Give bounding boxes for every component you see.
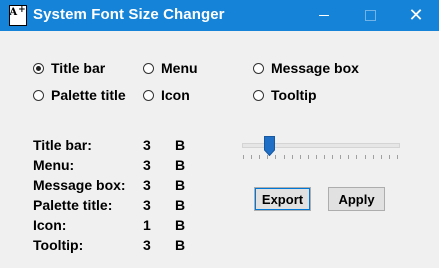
slider-tick bbox=[340, 155, 341, 159]
size-value: 1 bbox=[143, 217, 151, 233]
size-unit: B bbox=[175, 157, 186, 173]
radio-label: Menu bbox=[161, 60, 198, 76]
radio-tooltip[interactable]: Tooltip bbox=[253, 86, 317, 104]
slider-tick bbox=[348, 155, 349, 159]
slider-tick bbox=[259, 155, 260, 159]
size-unit: B bbox=[175, 137, 186, 153]
close-icon: ✕ bbox=[408, 4, 424, 26]
size-value: 3 bbox=[143, 157, 151, 173]
size-label: Palette title: bbox=[33, 197, 113, 213]
slider-tick bbox=[365, 155, 366, 159]
slider-tick bbox=[373, 155, 374, 159]
slider-tick bbox=[251, 155, 252, 159]
slider-tick bbox=[275, 155, 276, 159]
radio-label: Palette title bbox=[51, 87, 126, 103]
size-value: 3 bbox=[143, 177, 151, 193]
size-unit: B bbox=[175, 217, 186, 233]
size-unit: B bbox=[175, 177, 186, 193]
radio-label: Tooltip bbox=[271, 87, 317, 103]
size-label: Menu: bbox=[33, 157, 75, 173]
slider-ticks bbox=[243, 155, 398, 160]
slider-tick bbox=[292, 155, 293, 159]
app-icon: A+ bbox=[9, 5, 27, 26]
radio-palette-title[interactable]: Palette title bbox=[33, 86, 126, 104]
radio-circle bbox=[143, 89, 154, 101]
slider-tick bbox=[267, 155, 268, 159]
slider-tick bbox=[316, 155, 317, 159]
size-value: 3 bbox=[143, 197, 151, 213]
minimize-icon bbox=[319, 15, 329, 16]
app-icon-plus: + bbox=[18, 5, 26, 15]
window-title: System Font Size Changer bbox=[33, 6, 225, 23]
slider-tick bbox=[284, 155, 285, 159]
size-label: Tooltip: bbox=[33, 237, 84, 253]
radio-circle bbox=[33, 62, 44, 74]
size-value: 3 bbox=[143, 237, 151, 253]
size-label: Title bar: bbox=[33, 137, 92, 153]
radio-message-box[interactable]: Message box bbox=[253, 59, 359, 77]
slider-tick bbox=[397, 155, 398, 159]
slider-tick bbox=[381, 155, 382, 159]
slider-tick bbox=[308, 155, 309, 159]
slider-tick bbox=[243, 155, 244, 159]
size-label: Message box: bbox=[33, 177, 126, 193]
radio-circle bbox=[143, 62, 154, 74]
font-size-slider-thumb[interactable] bbox=[264, 136, 275, 156]
size-unit: B bbox=[175, 237, 186, 253]
app-icon-glyph: A bbox=[9, 7, 18, 18]
slider-tick bbox=[324, 155, 325, 159]
radio-circle bbox=[253, 89, 264, 101]
radio-title-bar[interactable]: Title bar bbox=[33, 59, 105, 77]
slider-tick bbox=[332, 155, 333, 159]
slider-tick bbox=[389, 155, 390, 159]
radio-circle bbox=[253, 62, 264, 74]
maximize-icon bbox=[364, 10, 376, 21]
export-button[interactable]: Export bbox=[254, 187, 311, 211]
radio-icon[interactable]: Icon bbox=[143, 86, 190, 104]
size-label: Icon: bbox=[33, 217, 67, 233]
radio-menu[interactable]: Menu bbox=[143, 59, 198, 77]
size-unit: B bbox=[175, 197, 186, 213]
minimize-button[interactable] bbox=[301, 0, 347, 31]
close-button[interactable]: ✕ bbox=[393, 0, 439, 31]
radio-label: Message box bbox=[271, 60, 359, 76]
slider-tick bbox=[300, 155, 301, 159]
radio-label: Icon bbox=[161, 87, 190, 103]
radio-circle bbox=[33, 89, 44, 101]
slider-tick bbox=[356, 155, 357, 159]
title-bar: A+ System Font Size Changer ✕ bbox=[0, 0, 439, 31]
size-value: 3 bbox=[143, 137, 151, 153]
radio-label: Title bar bbox=[51, 60, 106, 76]
maximize-button bbox=[347, 0, 393, 31]
apply-button[interactable]: Apply bbox=[328, 187, 385, 211]
